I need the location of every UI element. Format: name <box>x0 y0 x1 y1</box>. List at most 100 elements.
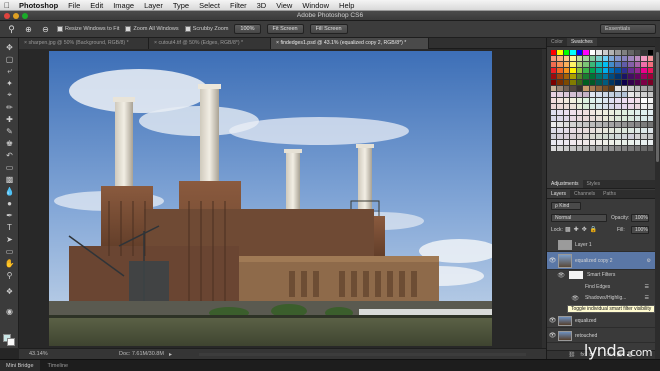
swatch[interactable] <box>628 98 634 103</box>
swatch[interactable] <box>589 50 596 55</box>
swatch[interactable] <box>596 98 602 103</box>
menu-filter[interactable]: Filter <box>225 1 252 10</box>
swatch[interactable] <box>621 92 628 97</box>
move-tool-icon[interactable]: ✥ <box>4 42 15 52</box>
zoom-out-icon[interactable]: ⊖ <box>40 24 51 35</box>
swatch[interactable] <box>563 104 570 109</box>
swatch[interactable] <box>570 62 576 67</box>
swatch[interactable] <box>551 146 557 151</box>
fill-field[interactable]: 100% <box>631 226 649 234</box>
swatch[interactable] <box>596 68 602 73</box>
swatch[interactable] <box>596 110 602 115</box>
swatch[interactable] <box>634 86 641 91</box>
swatch[interactable] <box>615 86 621 91</box>
swatch[interactable] <box>647 128 653 133</box>
quick-mask-icon[interactable]: ◉ <box>4 306 15 316</box>
swatch[interactable] <box>570 140 576 145</box>
swatch[interactable] <box>563 122 570 127</box>
swatch[interactable] <box>557 74 563 79</box>
swatch[interactable] <box>570 122 576 127</box>
swatch[interactable] <box>621 110 628 115</box>
swatch[interactable] <box>563 50 570 55</box>
swatch[interactable] <box>621 116 628 121</box>
swatch[interactable] <box>563 98 570 103</box>
eye-icon[interactable]: 👁 <box>547 332 558 339</box>
document-image[interactable] <box>49 51 492 346</box>
dodge-tool-icon[interactable]: ● <box>4 198 15 208</box>
swatch[interactable] <box>551 128 557 133</box>
swatch[interactable] <box>583 50 589 55</box>
swatch[interactable] <box>602 86 608 91</box>
swatch[interactable] <box>551 140 557 145</box>
swatch[interactable] <box>576 92 583 97</box>
tab-channels[interactable]: Channels <box>570 190 599 198</box>
gradient-tool-icon[interactable]: ▩ <box>4 174 15 184</box>
swatch[interactable] <box>602 140 608 145</box>
swatch[interactable] <box>641 56 647 61</box>
swatch[interactable] <box>589 68 596 73</box>
history-brush-tool-icon[interactable]: ↶ <box>4 150 15 160</box>
swatch[interactable] <box>602 74 608 79</box>
layer-kind-filter[interactable]: ρ Kind <box>551 202 581 210</box>
smart-filters-row[interactable]: 👁 Smart Filters <box>547 270 655 280</box>
swatch[interactable] <box>641 128 647 133</box>
swatch[interactable] <box>647 98 653 103</box>
zoom-tool-icon[interactable]: ⚲ <box>4 270 15 280</box>
quick-select-tool-icon[interactable]: ✦ <box>4 78 15 88</box>
swatch[interactable] <box>551 80 557 85</box>
swatch[interactable] <box>615 50 621 55</box>
swatch[interactable] <box>602 110 608 115</box>
swatch[interactable] <box>634 62 641 67</box>
swatch[interactable] <box>608 116 615 121</box>
swatch[interactable] <box>634 74 641 79</box>
swatch[interactable] <box>596 128 602 133</box>
swatch[interactable] <box>641 146 647 151</box>
swatch[interactable] <box>621 50 628 55</box>
swatch[interactable] <box>570 80 576 85</box>
swatch[interactable] <box>602 116 608 121</box>
panel-scroll-thumb[interactable] <box>656 52 659 162</box>
swatch[interactable] <box>634 92 641 97</box>
swatch[interactable] <box>628 104 634 109</box>
swatch[interactable] <box>589 98 596 103</box>
swatch[interactable] <box>634 146 641 151</box>
zoom-in-icon[interactable]: ⊕ <box>23 24 34 35</box>
swatch[interactable] <box>589 122 596 127</box>
swatch[interactable] <box>634 98 641 103</box>
swatch[interactable] <box>589 80 596 85</box>
swatch[interactable] <box>589 128 596 133</box>
swatch[interactable] <box>628 140 634 145</box>
swatch[interactable] <box>583 134 589 139</box>
swatch[interactable] <box>551 68 557 73</box>
swatch[interactable] <box>563 110 570 115</box>
eyedropper-tool-icon[interactable]: ✏ <box>4 102 15 112</box>
swatch[interactable] <box>634 50 641 55</box>
swatch[interactable] <box>576 122 583 127</box>
swatch[interactable] <box>583 68 589 73</box>
swatch[interactable] <box>551 56 557 61</box>
opacity-field[interactable]: 100% <box>631 214 649 222</box>
swatch[interactable] <box>563 80 570 85</box>
swatch[interactable] <box>634 122 641 127</box>
clone-stamp-tool-icon[interactable]: ♚ <box>4 138 15 148</box>
filter-row[interactable]: 👁 Shadows/Highlig... ☰ <box>547 293 655 303</box>
swatch[interactable] <box>621 128 628 133</box>
swatch[interactable] <box>641 116 647 121</box>
swatch[interactable] <box>589 116 596 121</box>
menu-help[interactable]: Help <box>334 1 359 10</box>
swatch[interactable] <box>589 140 596 145</box>
swatch[interactable] <box>576 116 583 121</box>
swatch[interactable] <box>570 146 576 151</box>
pen-tool-icon[interactable]: ✒ <box>4 210 15 220</box>
swatch[interactable] <box>551 110 557 115</box>
swatch[interactable] <box>570 74 576 79</box>
menu-edit[interactable]: Edit <box>85 1 108 10</box>
swatch[interactable] <box>647 56 653 61</box>
swatch[interactable] <box>641 92 647 97</box>
swatch[interactable] <box>608 62 615 67</box>
swatch[interactable] <box>641 110 647 115</box>
background-color-swatch[interactable] <box>7 338 15 346</box>
swatch[interactable] <box>589 74 596 79</box>
checkbox-box[interactable] <box>57 26 63 32</box>
swatch[interactable] <box>557 92 563 97</box>
